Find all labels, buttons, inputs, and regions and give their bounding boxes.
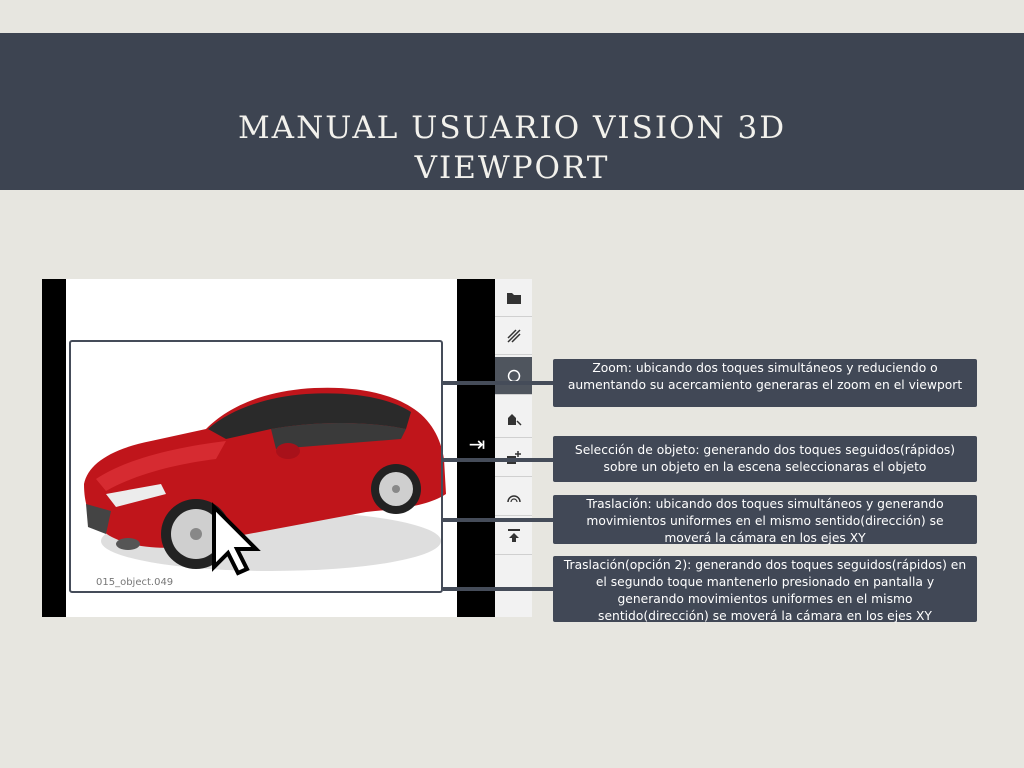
toolbar-button-folder[interactable] <box>495 279 532 317</box>
selected-object-label: 015_object.049 <box>96 577 174 588</box>
title-band: MANUAL USUARIO VISION 3D VIEWPORT <box>0 33 1024 190</box>
viewport-highlight-frame <box>69 340 443 593</box>
callout-object-selection: Selección de objeto: generando dos toque… <box>553 436 977 482</box>
expand-panel-icon[interactable]: ⇥ <box>467 429 487 459</box>
viewport-toolbar <box>495 279 532 617</box>
connector-line <box>443 458 553 462</box>
page-title-line2: VIEWPORT <box>414 150 610 186</box>
arc-icon <box>506 494 521 502</box>
align-top-icon <box>507 528 520 542</box>
callout-translation: Traslación: ubicando dos toques simultán… <box>553 495 977 545</box>
toolbar-button-hatch[interactable] <box>495 317 532 355</box>
viewport-side-panel: ⇥ <box>457 279 495 617</box>
connector-line <box>443 587 553 591</box>
connector-line <box>443 381 553 385</box>
callout-translation-option2: Traslación(opción 2): generando dos toqu… <box>553 556 977 623</box>
toolbar-button-arc[interactable] <box>495 478 532 516</box>
toolbar-button-align-top[interactable] <box>495 517 532 555</box>
callout-zoom: Zoom: ubicando dos toques simultáneos y … <box>553 359 977 407</box>
toolbar-button-orbit[interactable] <box>495 357 532 395</box>
move-object-icon <box>507 413 522 426</box>
page-title-line1: MANUAL USUARIO VISION 3D <box>237 110 787 146</box>
folder-icon <box>506 292 521 304</box>
connector-line <box>443 518 553 522</box>
toolbar-button-move[interactable] <box>495 400 532 438</box>
hatch-pattern-icon <box>506 328 521 343</box>
